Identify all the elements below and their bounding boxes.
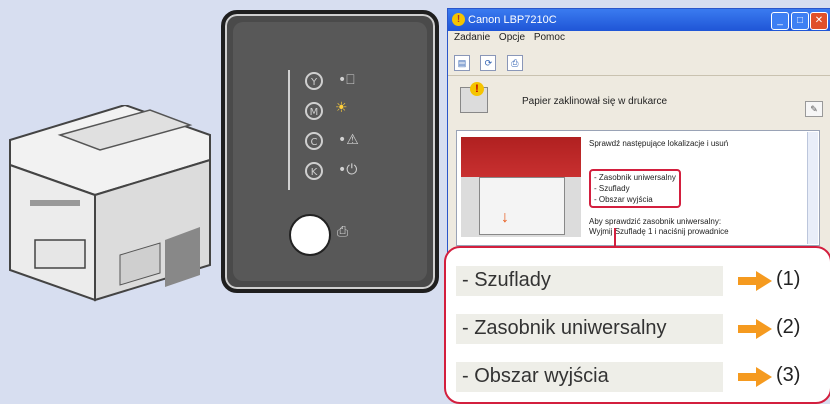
zoom-callout: - Szuflady (1) - Zasobnik uniwersalny (2…: [444, 246, 830, 404]
printer-status-window: ! Canon LBP7210C _ □ ✕ Zadanie Opcje Pom…: [447, 8, 830, 258]
separator: [448, 75, 830, 76]
callout-row-1: - Szuflady: [456, 266, 723, 296]
arrow-right-icon: [738, 367, 772, 387]
jam-locations-list: - Zasobnik uniwersalny - Szuflady - Obsz…: [589, 169, 681, 208]
callout-row-3: - Obszar wyjścia: [456, 362, 723, 392]
callout-connector: [614, 228, 616, 248]
warning-badge-icon: !: [470, 82, 484, 96]
minimize-button[interactable]: _: [771, 12, 789, 30]
arrow-icon: ↓: [501, 209, 509, 226]
title-bar: ! Canon LBP7210C _ □ ✕: [448, 9, 830, 31]
printer-photo: [479, 177, 565, 235]
indicator-bar: [288, 70, 290, 190]
status-indicator-2: M: [305, 102, 323, 120]
location-item: - Obszar wyjścia: [594, 195, 653, 204]
printer-illustration: [9, 105, 211, 302]
callout-label: - Zasobnik uniwersalny: [462, 317, 667, 339]
maximize-button[interactable]: □: [791, 12, 809, 30]
details-pane: ↓ Sprawdź następujące lokalizacje i usuń…: [456, 130, 820, 246]
list-icon[interactable]: ▤: [454, 55, 470, 71]
toolbar: ▤ ⟳ ⎙: [454, 53, 529, 71]
arrow-right-icon: [738, 271, 772, 291]
status-indicator-3: C: [305, 132, 323, 150]
control-panel: Y M C K •⎕ ☀ •⚠ •⏻ ⎙: [221, 10, 439, 293]
callout-number: (2): [776, 316, 801, 338]
instruction-line: Wyjmij Szufladę 1 i naciśnij prowadnice: [589, 227, 729, 236]
vertical-scrollbar[interactable]: [807, 132, 818, 244]
printer-warning-icon: !: [460, 82, 488, 113]
menu-opcje[interactable]: Opcje: [499, 32, 525, 43]
callout-label: - Szuflady: [462, 269, 551, 291]
status-message: Papier zaklinował się w drukarce: [522, 96, 668, 107]
location-item: - Zasobnik uniwersalny: [594, 173, 676, 182]
edit-icon[interactable]: ✎: [805, 101, 823, 117]
instruction-line: Aby sprawdzić zasobnik uniwersalny:: [589, 217, 722, 226]
window-title: Canon LBP7210C: [468, 14, 557, 26]
alarm-led-icon: •⚠: [338, 132, 359, 148]
status-indicator-4: K: [305, 162, 323, 180]
location-item: - Szuflady: [594, 184, 630, 193]
callout-row-2: - Zasobnik uniwersalny: [456, 314, 723, 344]
job-cancel-button[interactable]: [289, 214, 331, 256]
callout-number: (1): [776, 268, 801, 290]
close-button[interactable]: ✕: [810, 12, 828, 30]
status-indicator-1: Y: [305, 72, 323, 90]
menu-pomoc[interactable]: Pomoc: [534, 32, 565, 43]
callout-number: (3): [776, 364, 801, 386]
paper-led-icon: •⎕: [338, 72, 355, 88]
power-led-icon: •⏻: [338, 162, 358, 178]
jam-led-blinking-icon: ☀: [335, 100, 348, 116]
arrow-right-icon: [738, 319, 772, 339]
instruction-text: Sprawdź następujące lokalizacje i usuń: [589, 139, 729, 148]
jam-location-image: ↓: [461, 137, 581, 237]
panel-face: Y M C K •⎕ ☀ •⚠ •⏻ ⎙: [233, 22, 427, 281]
callout-label: - Obszar wyjścia: [462, 365, 609, 387]
instruction-text-2: Aby sprawdzić zasobnik uniwersalny: Wyjm…: [589, 217, 809, 237]
cancel-icon: ⎙: [337, 224, 349, 240]
menu-zadanie[interactable]: Zadanie: [454, 32, 490, 43]
printer-icon[interactable]: ⎙: [506, 55, 523, 71]
refresh-icon[interactable]: ⟳: [480, 55, 497, 71]
warning-icon: !: [452, 13, 465, 26]
menu-bar: Zadanie Opcje Pomoc: [448, 32, 830, 48]
